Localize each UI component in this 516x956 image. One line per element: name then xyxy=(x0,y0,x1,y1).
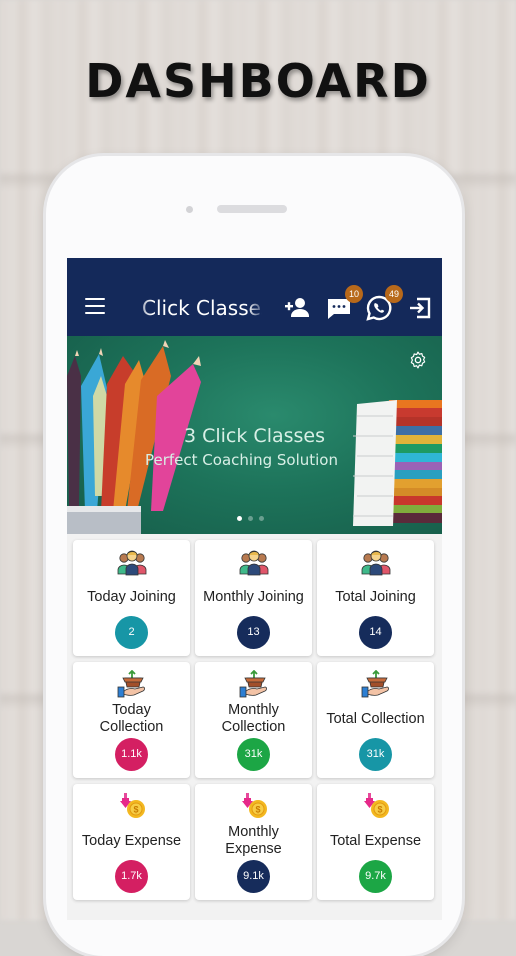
svg-text:$: $ xyxy=(377,805,382,815)
stat-count-badge: 1.1k xyxy=(115,738,148,771)
stat-label: Total Expense xyxy=(329,833,422,849)
stat-count-badge: 2 xyxy=(115,616,148,649)
page-headline: DASHBOARD xyxy=(85,54,431,108)
collection-icon xyxy=(239,669,267,698)
expense-icon: $ xyxy=(364,793,389,818)
people-icon xyxy=(117,550,147,576)
stat-count-badge: 31k xyxy=(359,738,392,771)
expense-icon: $ xyxy=(361,792,391,820)
expense-icon: $ xyxy=(120,793,145,818)
svg-text:$: $ xyxy=(255,805,260,815)
stat-card[interactable]: $ Monthly Expense 9.1k xyxy=(195,784,312,900)
carousel-dot[interactable] xyxy=(248,516,253,521)
app-screen: Click Classes 10 49 3 Click Classes Perf… xyxy=(67,258,442,920)
carousel-indicators xyxy=(237,516,264,521)
banner-title: 3 Click Classes xyxy=(183,425,325,447)
menu-icon-line xyxy=(85,305,105,308)
banner-carousel[interactable]: 3 Click Classes Perfect Coaching Solutio… xyxy=(67,336,442,534)
phone-speaker xyxy=(217,205,287,213)
people-icon xyxy=(239,550,269,576)
stat-label: Monthly Expense xyxy=(225,824,282,857)
people-icon xyxy=(117,548,147,576)
add-user-button[interactable] xyxy=(283,294,311,322)
stat-label: Monthly Joining xyxy=(203,589,304,605)
settings-icon[interactable] xyxy=(408,350,428,370)
app-title: Click Classes xyxy=(142,296,262,320)
phone-camera xyxy=(186,206,193,213)
books-illustration xyxy=(353,400,442,526)
add-user-icon xyxy=(285,298,309,317)
banner-subtitle: Perfect Coaching Solution xyxy=(145,451,338,469)
stat-count-badge: 9.7k xyxy=(359,860,392,893)
menu-button[interactable] xyxy=(85,298,105,315)
stat-count-badge: 31k xyxy=(237,738,270,771)
expense-icon: $ xyxy=(239,792,269,820)
stat-card[interactable]: $ Today Expense 1.7k xyxy=(73,784,190,900)
stat-label: Today Collection xyxy=(99,702,164,735)
stat-card[interactable]: Monthly Joining 13 xyxy=(195,540,312,656)
carousel-dot[interactable] xyxy=(237,516,242,521)
collection-icon xyxy=(117,669,145,698)
stat-card[interactable]: Today Joining 2 xyxy=(73,540,190,656)
menu-icon-line xyxy=(85,312,105,315)
stat-count-badge: 14 xyxy=(359,616,392,649)
stat-card[interactable]: Total Collection 31k xyxy=(317,662,434,778)
collection-icon xyxy=(361,669,389,698)
logout-button[interactable] xyxy=(406,294,434,322)
messages-button[interactable]: 10 xyxy=(325,285,363,322)
expense-icon: $ xyxy=(242,793,267,818)
stat-card[interactable]: Today Collection 1.1k xyxy=(73,662,190,778)
people-icon xyxy=(361,550,391,576)
svg-text:$: $ xyxy=(133,805,138,815)
stat-label: Today Expense xyxy=(81,833,182,849)
logout-icon xyxy=(410,297,431,319)
stats-grid: Today Joining 2 Monthly Joining 13 Total J… xyxy=(67,534,442,900)
stat-card[interactable]: $ Total Expense 9.7k xyxy=(317,784,434,900)
whatsapp-badge: 49 xyxy=(385,285,403,303)
collection-icon xyxy=(361,669,391,698)
stat-card[interactable]: Total Joining 14 xyxy=(317,540,434,656)
whatsapp-button[interactable]: 49 xyxy=(365,285,403,322)
people-icon xyxy=(239,548,269,576)
app-bar: Click Classes 10 49 xyxy=(67,280,442,336)
stat-count-badge: 13 xyxy=(237,616,270,649)
carousel-dot[interactable] xyxy=(259,516,264,521)
people-icon xyxy=(361,548,391,576)
stat-count-badge: 1.7k xyxy=(115,860,148,893)
stat-label: Today Joining xyxy=(87,589,176,605)
collection-icon xyxy=(239,669,269,698)
status-bar xyxy=(67,258,442,280)
stat-label: Monthly Collection xyxy=(221,702,286,735)
stat-count-badge: 9.1k xyxy=(237,860,270,893)
stat-label: Total Collection xyxy=(326,711,425,727)
expense-icon: $ xyxy=(117,792,147,820)
stat-card[interactable]: Monthly Collection 31k xyxy=(195,662,312,778)
messages-badge: 10 xyxy=(345,285,363,303)
menu-icon xyxy=(85,298,105,301)
stat-label: Total Joining xyxy=(335,589,416,605)
collection-icon xyxy=(117,669,147,698)
